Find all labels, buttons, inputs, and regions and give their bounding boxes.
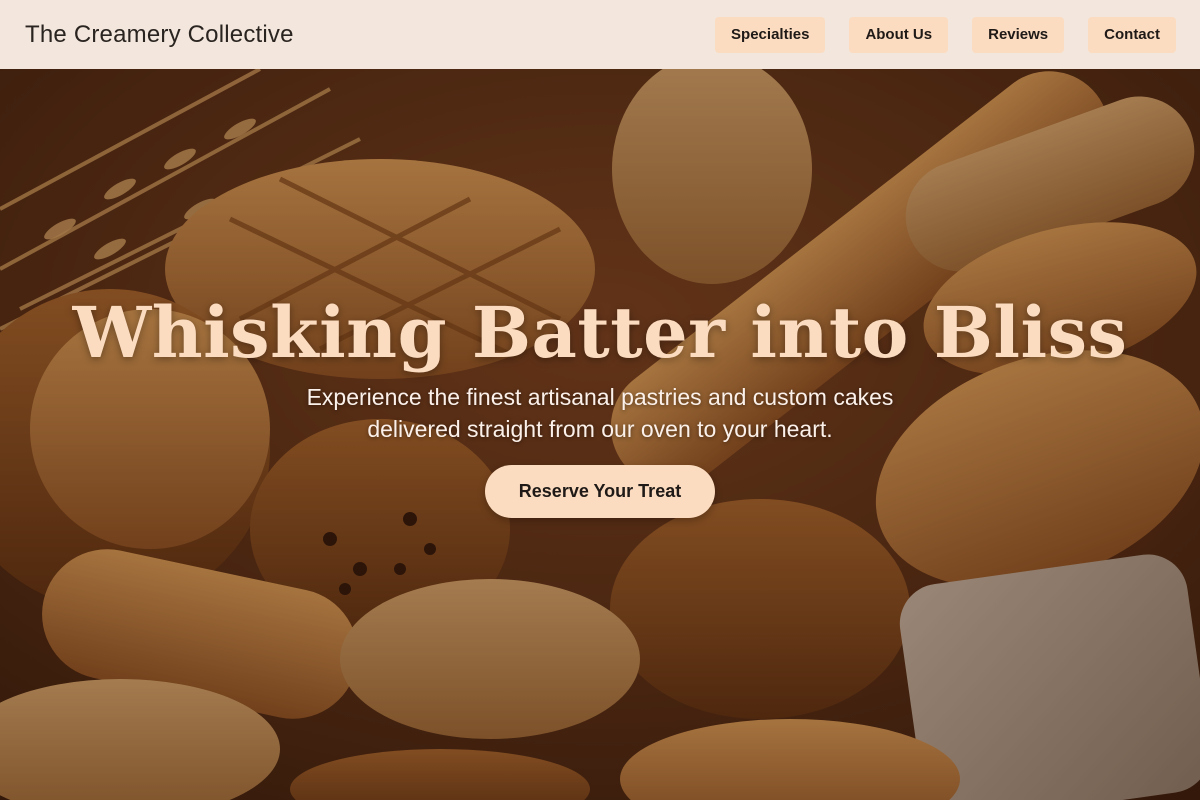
hero-content: Whisking Batter into Bliss Experience th… [0, 69, 1200, 800]
brand-logo[interactable]: The Creamery Collective [25, 21, 294, 49]
nav-specialties-button[interactable]: Specialties [715, 16, 826, 53]
site-header: The Creamery Collective Specialties Abou… [0, 0, 1200, 69]
nav-about-us-button[interactable]: About Us [849, 16, 949, 53]
hero-section: Whisking Batter into Bliss Experience th… [0, 69, 1200, 800]
nav-reviews-button[interactable]: Reviews [972, 16, 1065, 53]
hero-subtext: Experience the finest artisanal pastries… [306, 384, 894, 442]
reserve-treat-button[interactable]: Reserve Your Treat [485, 465, 715, 518]
main-nav: Specialties About Us Reviews Contact [715, 16, 1176, 53]
nav-contact-button[interactable]: Contact [1088, 16, 1176, 53]
hero-headline: Whisking Batter into Bliss [72, 291, 1128, 374]
